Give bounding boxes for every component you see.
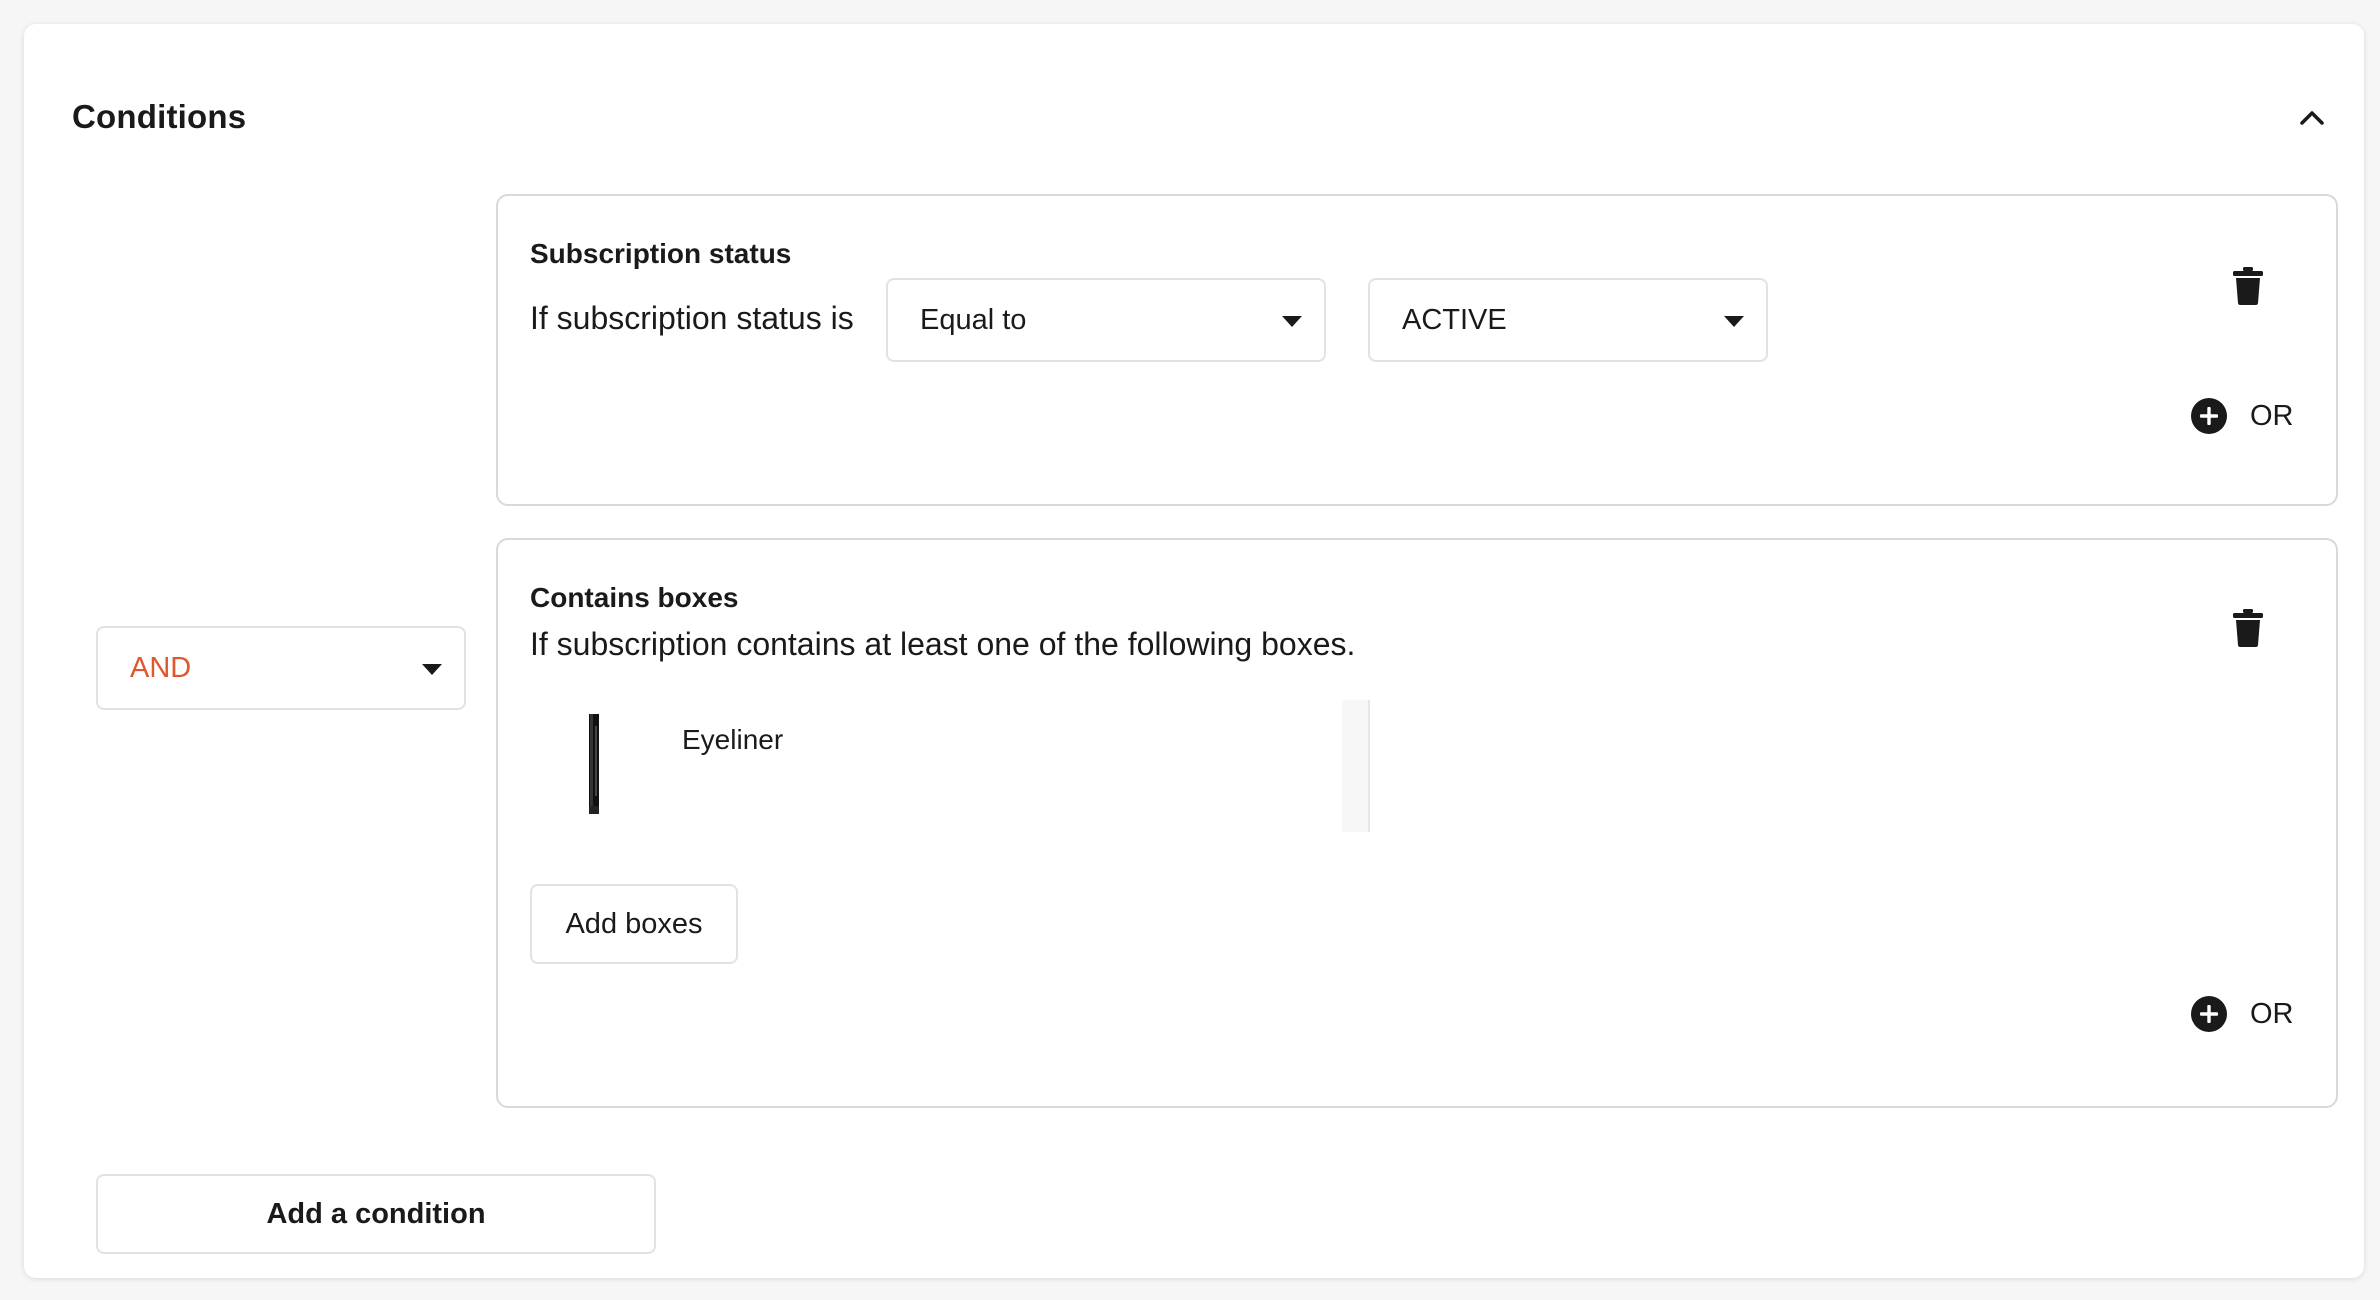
add-condition-button[interactable]: Add a condition — [96, 1174, 656, 1254]
caret-down-icon — [1282, 316, 1302, 327]
add-boxes-button[interactable]: Add boxes — [530, 884, 738, 964]
status-select[interactable]: ACTIVE — [1368, 278, 1768, 362]
caret-down-icon — [422, 664, 442, 675]
box-list-item: Eyeliner — [530, 700, 1370, 832]
eyeliner-thumbnail — [589, 714, 599, 814]
operator-select-value: Equal to — [920, 304, 1027, 336]
trash-icon — [2233, 609, 2263, 647]
card-title: Conditions — [72, 98, 247, 135]
condition-description: If subscription contains at least one of… — [530, 626, 1356, 662]
or-label: OR — [2250, 997, 2294, 1030]
collapse-button[interactable] — [2294, 100, 2330, 136]
conditions-card: Conditions Subscription status If subscr… — [24, 24, 2364, 1278]
box-name: Eyeliner — [682, 724, 784, 755]
trash-icon — [2233, 267, 2263, 305]
chevron-up-icon — [2300, 111, 2324, 125]
caret-down-icon — [1724, 316, 1744, 327]
plus-circle-icon — [2191, 996, 2227, 1032]
condition-subscription-status: Subscription status If subscription stat… — [496, 194, 2338, 506]
condition-label: Subscription status — [530, 238, 792, 269]
logic-operator-value: AND — [130, 652, 192, 684]
operator-select[interactable]: Equal to — [886, 278, 1326, 362]
condition-contains-boxes: Contains boxes If subscription contains … — [496, 538, 2338, 1108]
add-or-button[interactable]: OR — [2190, 994, 2294, 1034]
or-label: OR — [2250, 399, 2294, 432]
scrollbar-track[interactable] — [1368, 700, 1370, 832]
logic-operator-select[interactable]: AND — [96, 626, 466, 710]
condition-description: If subscription status is — [530, 300, 854, 336]
delete-condition-button[interactable] — [2232, 266, 2264, 306]
condition-label: Contains boxes — [530, 582, 739, 613]
add-or-button[interactable]: OR — [2190, 396, 2294, 436]
delete-condition-button[interactable] — [2232, 608, 2264, 648]
status-select-value: ACTIVE — [1402, 304, 1507, 336]
plus-circle-icon — [2191, 398, 2227, 434]
